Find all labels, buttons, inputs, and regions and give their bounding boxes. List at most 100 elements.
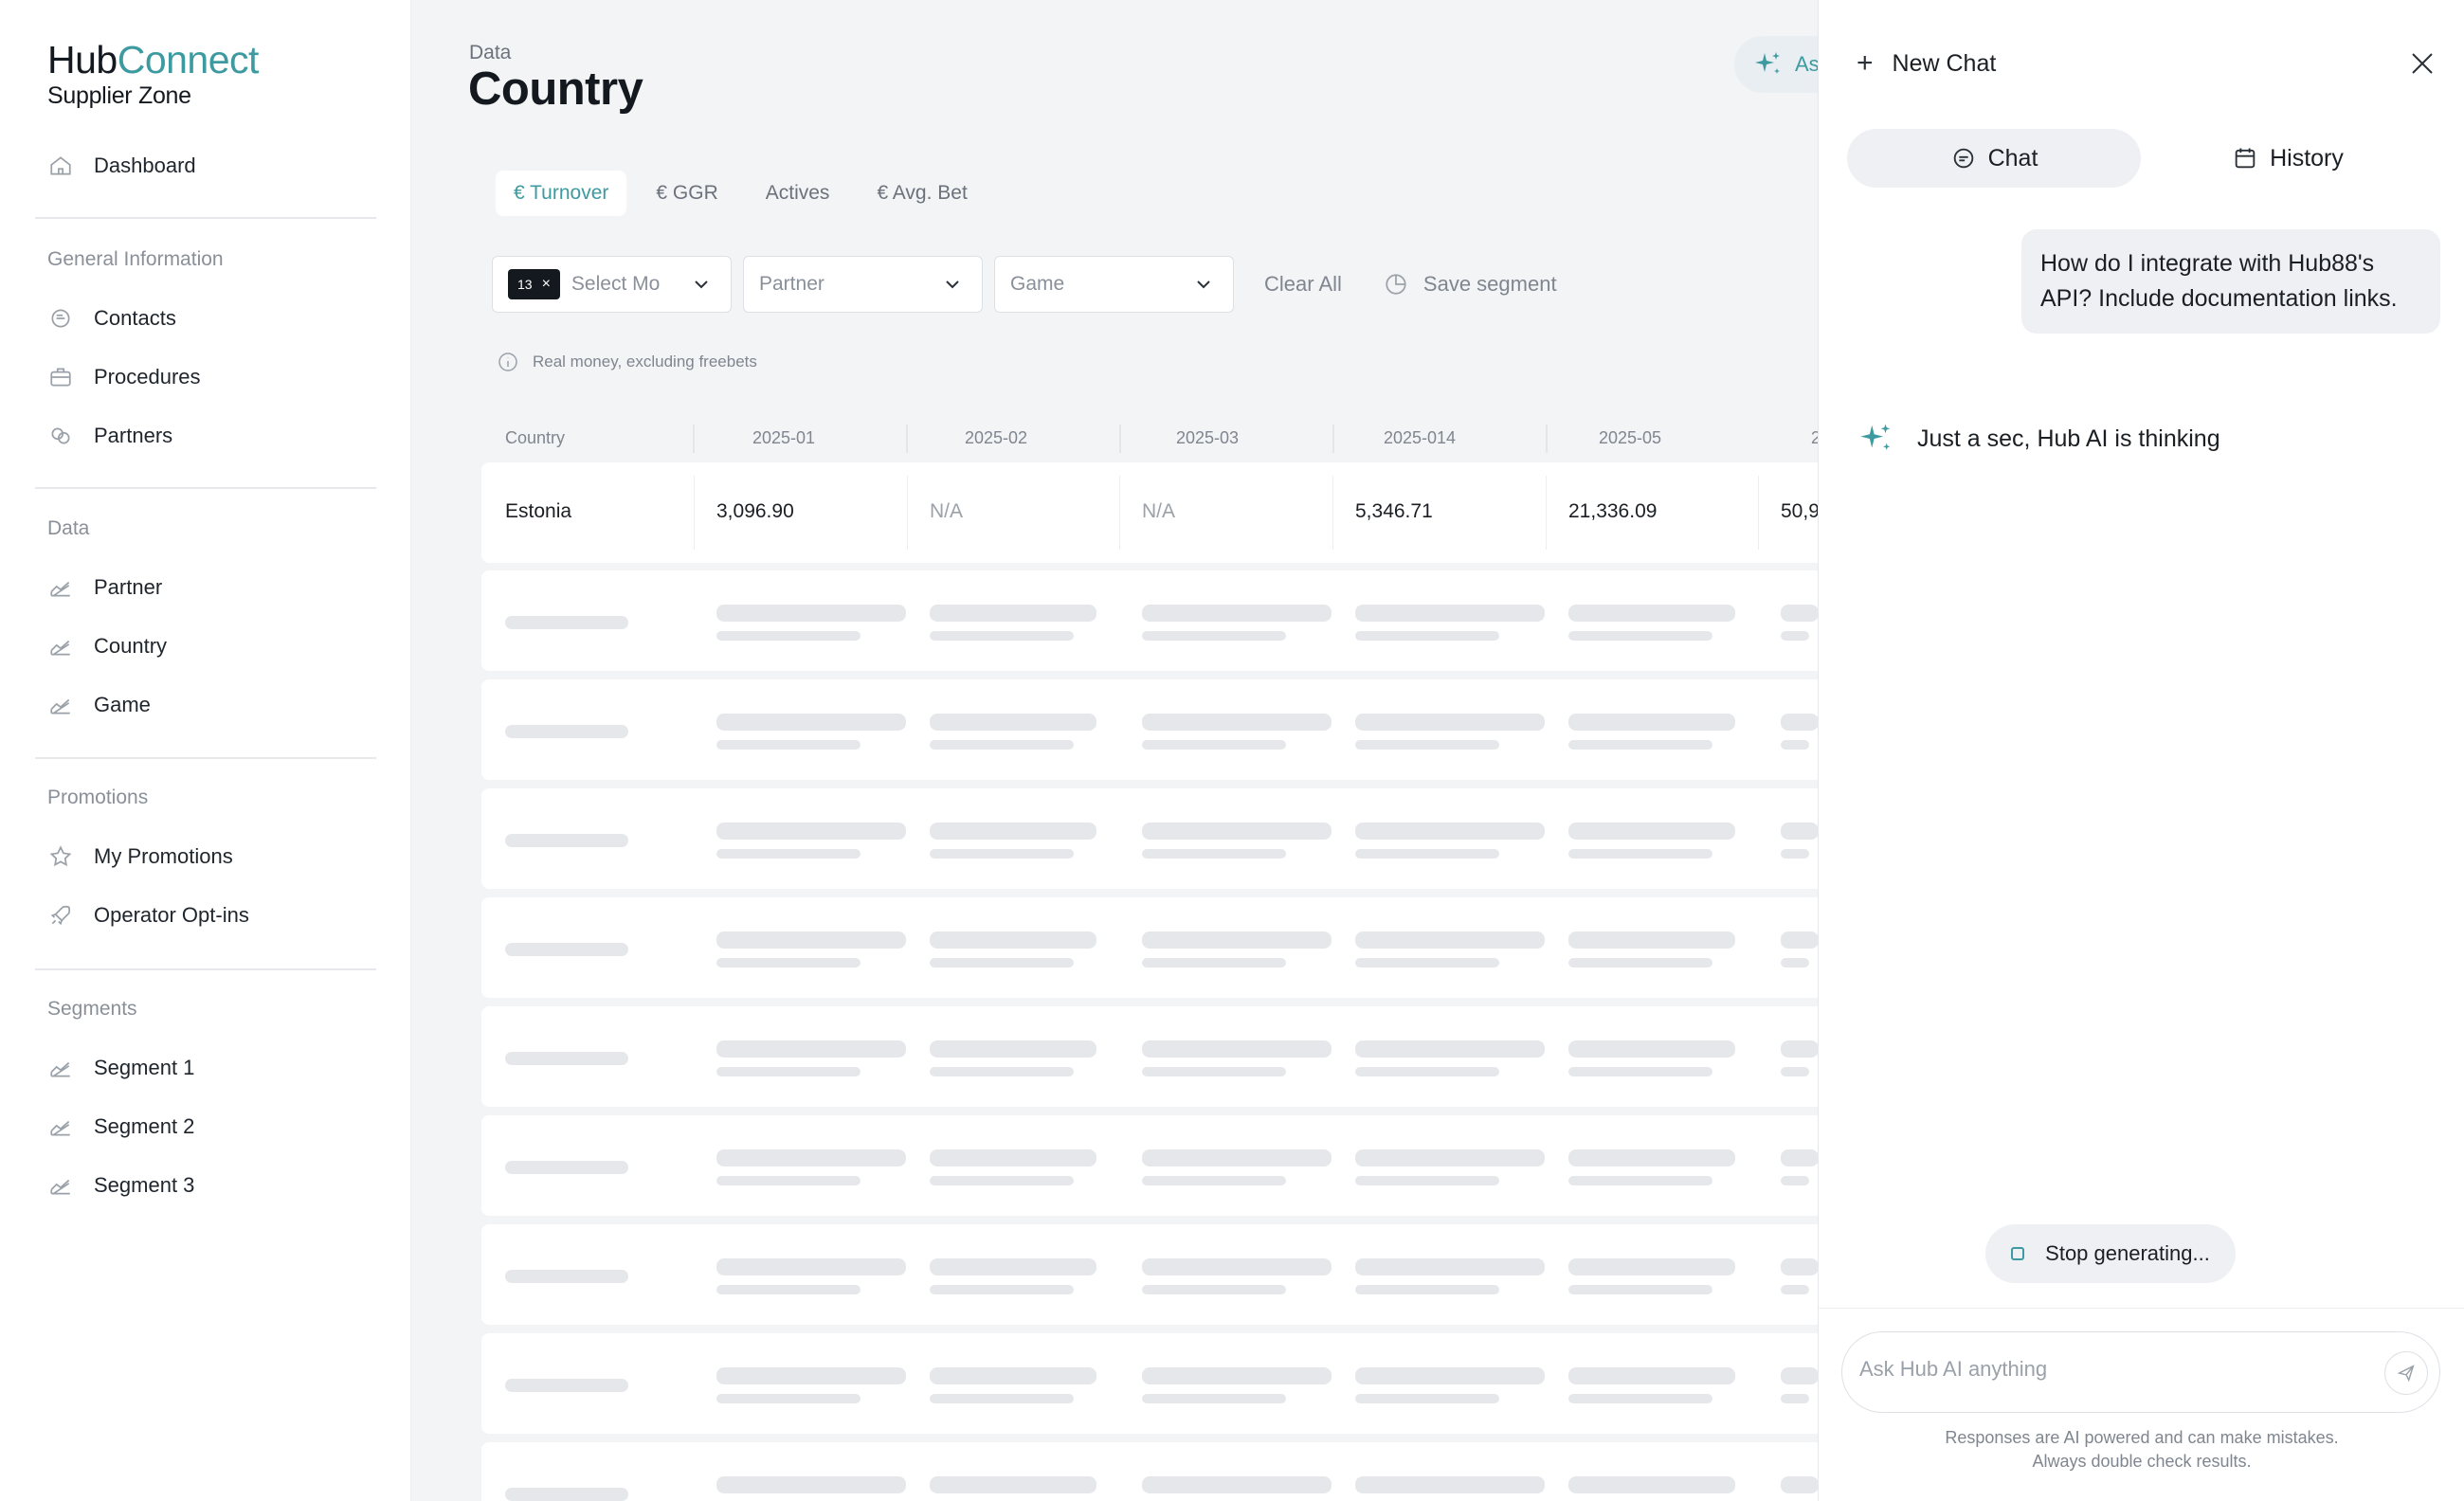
breadcrumb[interactable]: Data — [469, 42, 511, 64]
column-header[interactable]: 2025-05 — [1599, 428, 1661, 448]
sidebar-item-contacts[interactable]: Contacts — [47, 299, 176, 337]
clear-all-button[interactable]: Clear All — [1264, 272, 1342, 297]
tab-chat[interactable]: Chat — [1847, 129, 2141, 188]
new-chat-button[interactable]: + New Chat — [1857, 47, 1996, 80]
column-header[interactable]: 2025-014 — [1384, 428, 1456, 448]
tab-actives[interactable]: Actives — [748, 171, 848, 216]
value-cell: 5,346.71 — [1355, 500, 1433, 522]
partner-select[interactable]: Partner — [743, 256, 983, 313]
column-header[interactable]: 2025-01 — [752, 428, 815, 448]
chevron-down-icon — [946, 280, 959, 289]
game-select[interactable]: Game — [994, 256, 1234, 313]
skeleton-bar — [505, 616, 628, 629]
save-segment-label: Save segment — [1422, 272, 1557, 296]
sidebar-item-partner[interactable]: Partner — [47, 569, 162, 606]
skeleton-bar — [1781, 823, 1818, 840]
column-header[interactable]: 2025-02 — [965, 428, 1027, 448]
sidebar-item-game[interactable]: Game — [47, 686, 151, 724]
sidebar-item-my-promotions[interactable]: My Promotions — [47, 838, 233, 876]
close-panel-button[interactable] — [2408, 49, 2437, 78]
column-header[interactable]: 2 — [1811, 428, 1818, 448]
skeleton-bar — [1355, 1176, 1499, 1185]
skeleton-bar — [716, 1476, 906, 1493]
skeleton-bar — [716, 740, 861, 750]
sidebar-item-operator-opt-ins[interactable]: Operator Opt-ins — [47, 896, 249, 934]
skeleton-bar — [930, 1149, 1096, 1166]
skeleton-bar — [716, 631, 861, 641]
value-cell: N/A — [1142, 500, 1176, 522]
skeleton-bar — [930, 631, 1074, 641]
column-separator — [1119, 425, 1121, 453]
sidebar-item-label: Partners — [94, 424, 173, 447]
skeleton-bar — [930, 823, 1096, 840]
months-select[interactable]: 13 × Select Mo — [492, 256, 732, 313]
tab-history-label: History — [2270, 144, 2344, 172]
chat-input[interactable] — [1859, 1357, 2352, 1382]
send-button[interactable] — [2384, 1351, 2428, 1395]
chat-composer: Responses are AI powered and can make mi… — [1819, 1308, 2464, 1501]
skeleton-bar — [1355, 931, 1545, 949]
save-segment-button[interactable]: Save segment — [1384, 272, 1557, 297]
sparkle-icon — [1860, 424, 1891, 450]
skeleton-bar — [505, 1270, 628, 1283]
skeleton-bar — [1142, 958, 1286, 968]
chat-input-box[interactable] — [1841, 1331, 2440, 1413]
logo[interactable]: HubConnect Supplier Zone — [47, 38, 259, 110]
home-icon — [47, 153, 74, 179]
skeleton-bar — [1355, 1149, 1545, 1166]
logo-subtitle: Supplier Zone — [47, 82, 191, 109]
stop-generating-button[interactable]: Stop generating... — [1985, 1224, 2236, 1283]
filter-bar: 13 × Select Mo Partner Game Clear All Sav… — [492, 256, 1557, 313]
info-note: Real money, excluding freebets — [497, 351, 757, 373]
table-row[interactable]: Estonia 3,096.90 N/A N/A 5,346.71 21,336… — [481, 462, 1818, 563]
area-chart-icon — [47, 1172, 74, 1199]
sidebar-item-segment-3[interactable]: Segment 3 — [47, 1166, 194, 1204]
loading-row — [481, 570, 1818, 671]
selected-count-chip[interactable]: 13 × — [508, 269, 560, 299]
disclaimer-line-2: Always double check results. — [2032, 1452, 2252, 1471]
country-cell: Estonia — [505, 500, 572, 522]
skeleton-bar — [930, 1067, 1074, 1076]
skeleton-bar — [1568, 1176, 1712, 1185]
sidebar-item-segment-2[interactable]: Segment 2 — [47, 1108, 194, 1146]
skeleton-bar — [1568, 849, 1712, 859]
skeleton-bar — [716, 1176, 861, 1185]
loading-row — [481, 1115, 1818, 1216]
tab-chat-label: Chat — [1987, 144, 2038, 172]
info-note-text: Real money, excluding freebets — [533, 353, 757, 371]
column-separator — [1546, 425, 1548, 453]
skeleton-bar — [1355, 631, 1499, 641]
skeleton-bar — [930, 1285, 1074, 1294]
skeleton-bar — [1142, 1367, 1332, 1384]
loading-row — [481, 1006, 1818, 1107]
skeleton-bar — [1781, 605, 1818, 622]
sidebar-item-country[interactable]: Country — [47, 627, 167, 665]
skeleton-bar — [716, 1367, 906, 1384]
skeleton-bar — [1355, 1367, 1545, 1384]
skeleton-bar — [1781, 931, 1818, 949]
column-header[interactable]: 2025-03 — [1176, 428, 1239, 448]
metric-tabs: € Turnover € GGR Actives € Avg. Bet — [496, 171, 997, 216]
tab-ggr[interactable]: € GGR — [638, 171, 735, 216]
skeleton-bar — [1142, 1040, 1332, 1058]
skeleton-bar — [1781, 1067, 1809, 1076]
tab-turnover[interactable]: € Turnover — [496, 171, 627, 216]
section-general-information: General Information — [47, 248, 224, 270]
skeleton-bar — [930, 1394, 1074, 1403]
skeleton-bar — [1568, 1040, 1735, 1058]
sidebar-item-procedures[interactable]: Procedures — [47, 358, 201, 396]
sidebar-divider — [35, 757, 376, 759]
star-icon — [47, 843, 74, 870]
column-header[interactable]: Country — [505, 428, 565, 448]
tab-history[interactable]: History — [2141, 129, 2435, 188]
sidebar-item-segment-1[interactable]: Segment 1 — [47, 1049, 194, 1087]
tab-avg-bet[interactable]: € Avg. Bet — [859, 171, 985, 216]
sidebar-item-partners[interactable]: Partners — [47, 417, 172, 455]
stop-icon — [2011, 1247, 2025, 1260]
clear-chip-icon[interactable]: × — [542, 276, 551, 293]
skeleton-bar — [1355, 958, 1499, 968]
skeleton-bar — [1568, 1149, 1735, 1166]
cell-separator — [694, 476, 695, 550]
sidebar-item-dashboard[interactable]: Dashboard — [47, 147, 196, 185]
ask-ai-button[interactable]: Ask — [1734, 36, 1818, 93]
